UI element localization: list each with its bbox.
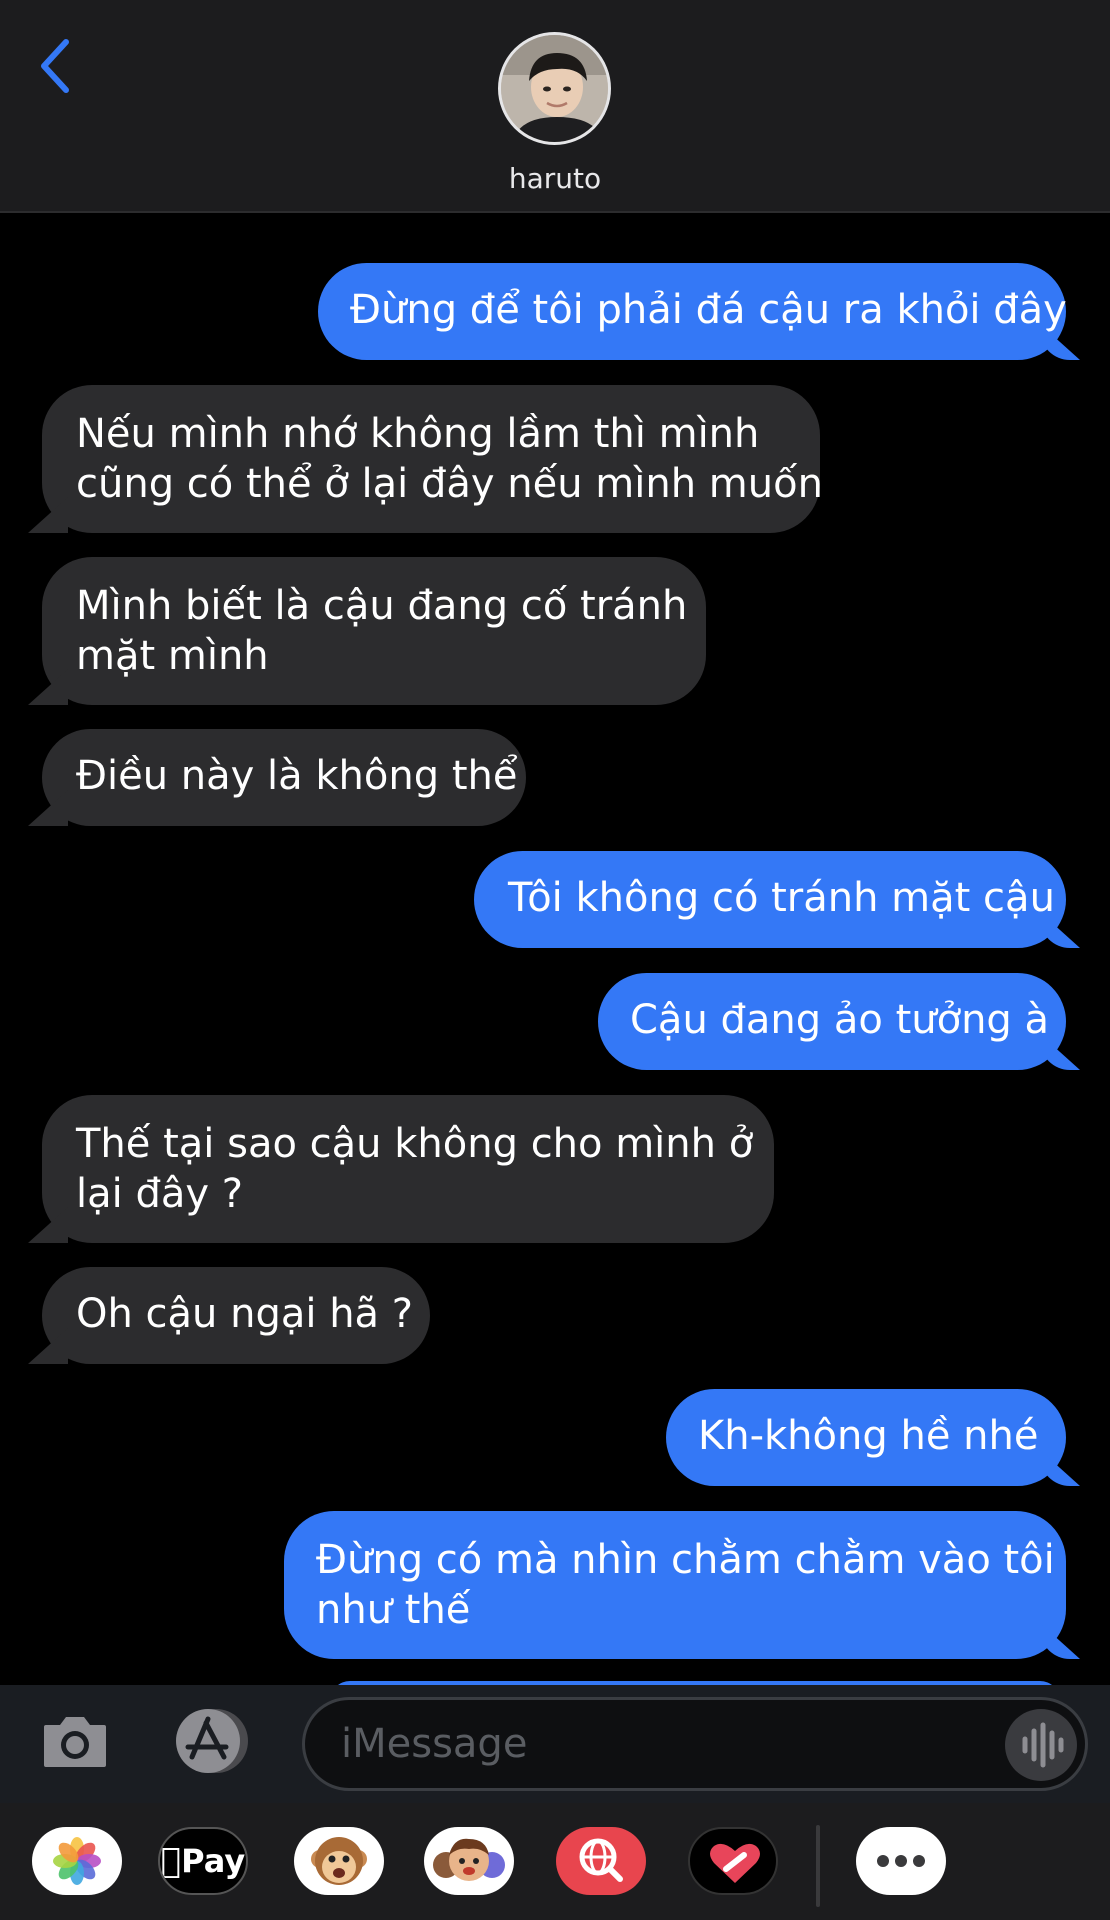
web-search-icon — [579, 1838, 623, 1882]
message-bubble-outgoing[interactable]: Kh-không hề nhé — [666, 1389, 1066, 1486]
message-bubble-incoming[interactable]: Oh cậu ngại hã ? — [42, 1267, 430, 1364]
digital-touch-icon — [710, 1843, 760, 1883]
drawer-divider — [816, 1825, 820, 1907]
message-bubble-incoming[interactable]: Mình biết là cậu đang cố tránh mặt mình — [42, 557, 706, 705]
imessage-app-drawer: Pay — [0, 1803, 1110, 1920]
message-text: Tôi không có tránh mặt cậu — [508, 875, 1055, 921]
conversation-header: haruto — [0, 0, 1110, 213]
web-search-app-button[interactable] — [556, 1827, 646, 1895]
message-text: Mình biết là cậu đang cố tránh mặt mình — [76, 583, 688, 679]
message-input[interactable] — [341, 1700, 981, 1788]
chevron-left-icon — [41, 39, 69, 93]
message-text: Cậu đang ảo tưởng à — [630, 997, 1050, 1043]
message-text: Nếu mình nhớ không lầm thì mình cũng có … — [76, 411, 823, 507]
message-text: Đừng có mà nhìn chằm chằm vào tôi như th… — [316, 1537, 1055, 1633]
voice-record-button[interactable] — [1005, 1709, 1077, 1781]
message-text: Kh-không hề nhé — [698, 1413, 1039, 1459]
apple-pay-label: Pay — [170, 1842, 245, 1880]
message-bubble-incoming[interactable]: Thế tại sao cậu không cho mình ở lại đây… — [42, 1095, 774, 1243]
message-text: Điều này là không thể — [76, 753, 518, 799]
contact-name[interactable]: haruto — [0, 162, 1110, 195]
more-icon — [877, 1855, 925, 1867]
message-bubble-incoming[interactable]: Nếu mình nhớ không lầm thì mình cũng có … — [42, 385, 823, 533]
animoji-icon — [311, 1837, 367, 1885]
photos-icon — [53, 1837, 101, 1885]
animoji-app-button[interactable] — [294, 1827, 384, 1895]
message-bubble-outgoing[interactable]: Tôi không có tránh mặt cậu — [474, 851, 1066, 948]
waveform-icon — [1022, 1722, 1064, 1768]
more-apps-button[interactable] — [856, 1827, 946, 1895]
message-input-field[interactable] — [302, 1697, 1088, 1791]
memoji-app-button[interactable] — [424, 1827, 514, 1895]
apple-pay-button[interactable]: Pay — [158, 1827, 248, 1895]
digital-touch-app-button[interactable] — [688, 1827, 778, 1895]
message-text: Oh cậu ngại hã ? — [76, 1291, 414, 1337]
message-bubble-outgoing[interactable]: Đừng có mà nhìn chằm chằm vào tôi như th… — [284, 1511, 1066, 1659]
composer-bar — [0, 1685, 1110, 1803]
message-thread[interactable]: Đừng để tôi phải đá cậu ra khỏi đây Nếu … — [0, 215, 1110, 1685]
photos-app-button[interactable] — [32, 1827, 122, 1895]
message-bubble-outgoing[interactable]: Đừng để tôi phải đá cậu ra khỏi đây — [318, 263, 1067, 360]
message-bubble-outgoing[interactable]: Cậu đang ảo tưởng à — [598, 973, 1066, 1070]
memoji-icon — [433, 1838, 505, 1881]
app-store-icon — [176, 1709, 248, 1773]
app-store-button[interactable] — [168, 1707, 254, 1775]
apple-pay-icon: Pay — [160, 1829, 246, 1893]
camera-icon — [44, 1717, 106, 1767]
message-text: Thế tại sao cậu không cho mình ở lại đây… — [76, 1121, 754, 1217]
back-button[interactable] — [36, 36, 76, 96]
camera-button[interactable] — [40, 1711, 110, 1771]
avatar-photo — [501, 35, 608, 142]
contact-avatar[interactable] — [498, 32, 611, 145]
message-text: Đừng để tôi phải đá cậu ra khỏi đây — [350, 287, 1067, 333]
message-bubble-incoming[interactable]: Điều này là không thể — [42, 729, 526, 826]
